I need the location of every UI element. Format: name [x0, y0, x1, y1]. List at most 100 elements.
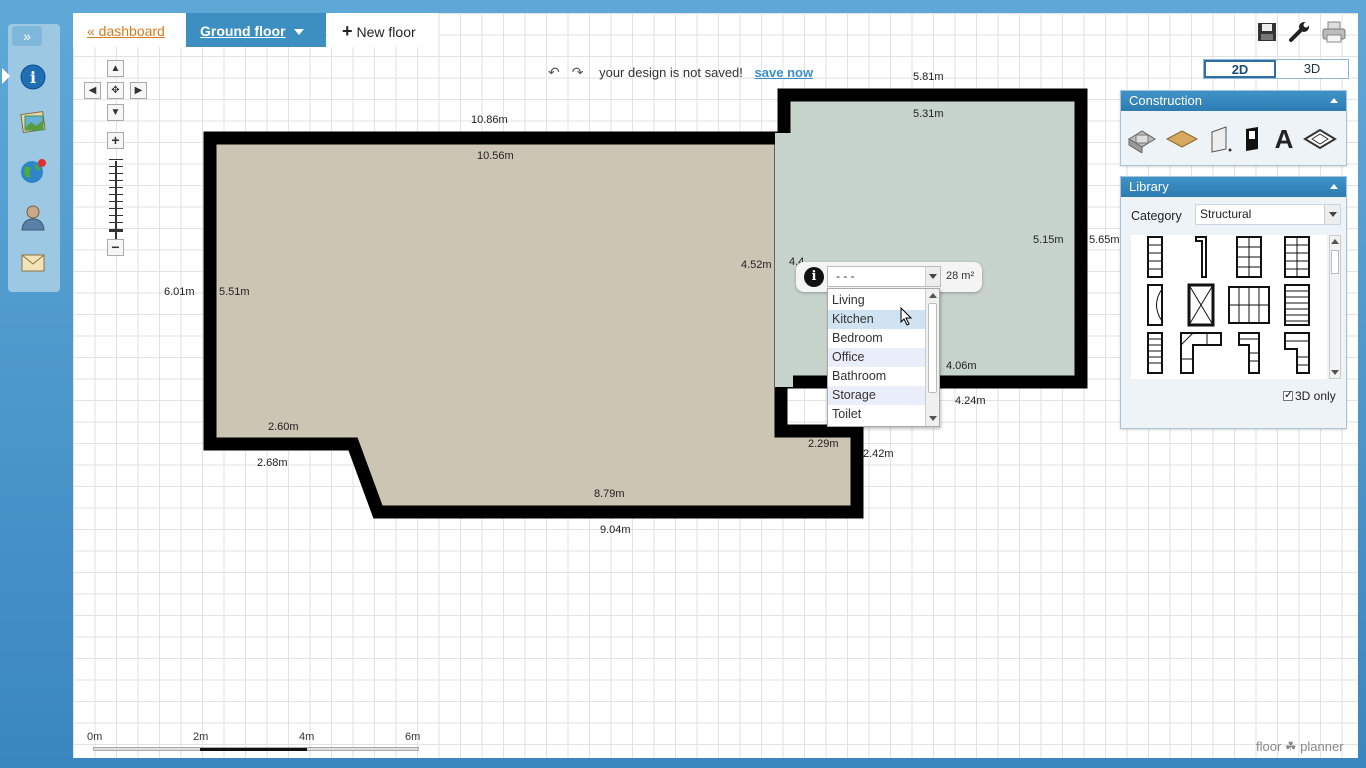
svg-text:i: i: [30, 68, 36, 87]
scroll-down-icon[interactable]: [1331, 370, 1339, 375]
chevron-down-icon[interactable]: [925, 267, 940, 286]
category-select[interactable]: Structural: [1195, 204, 1341, 225]
chevron-down-icon[interactable]: [1324, 205, 1340, 224]
view-3d-button[interactable]: 3D: [1276, 60, 1348, 78]
library-item[interactable]: [1227, 235, 1271, 279]
text-icon[interactable]: A: [1267, 123, 1301, 155]
dim-room2-bottom-inner: 4.06m: [946, 360, 977, 372]
library-item[interactable]: [1227, 331, 1271, 375]
three-d-only-toggle[interactable]: 3D only: [1283, 388, 1336, 403]
wrench-icon[interactable]: [1286, 19, 1312, 45]
collapse-icon[interactable]: [1330, 98, 1338, 103]
scale-bar: 0m 2m 4m 6m: [87, 731, 427, 758]
window-icon[interactable]: [1235, 123, 1269, 155]
scroll-down-icon[interactable]: [929, 416, 937, 421]
library-items: [1131, 235, 1327, 379]
library-item[interactable]: [1275, 331, 1319, 375]
zoom-handle[interactable]: [109, 229, 123, 232]
dropdown-scrollbar[interactable]: [925, 289, 939, 426]
zoom-in-button[interactable]: +: [107, 132, 124, 149]
collapse-icon[interactable]: [1330, 184, 1338, 189]
tab-ground-floor[interactable]: Ground floor: [186, 13, 326, 47]
door-icon[interactable]: [1203, 123, 1237, 155]
user-icon[interactable]: [18, 202, 48, 232]
construction-header[interactable]: Construction: [1121, 91, 1346, 111]
zoom-tick: [109, 215, 123, 216]
tab-dashboard[interactable]: « dashboard: [73, 13, 185, 47]
construction-panel: Construction A: [1120, 90, 1347, 166]
print-icon[interactable]: [1321, 19, 1347, 45]
pan-up-button[interactable]: ▲: [107, 60, 124, 77]
construction-title: Construction: [1129, 93, 1202, 108]
save-now-link[interactable]: save now: [755, 65, 814, 80]
dim-top-outer: 10.86m: [471, 114, 508, 126]
dim-left-inner: 5.51m: [219, 286, 250, 298]
dim-room2-right-inner: 5.15m: [1033, 234, 1064, 246]
mail-icon[interactable]: [18, 248, 48, 278]
zoom-tick: [109, 173, 123, 174]
dim-room2-top-outer: 5.81m: [913, 71, 944, 83]
library-item[interactable]: [1275, 283, 1319, 327]
library-item[interactable]: [1275, 235, 1319, 279]
scale-segment: [200, 748, 307, 751]
room-type-value: - - -: [836, 269, 855, 283]
library-scrollbar[interactable]: [1329, 235, 1341, 379]
design-canvas[interactable]: 10.86m 10.56m 6.01m 5.51m 2.60m 2.68m 8.…: [73, 13, 1358, 758]
dropdown-option-bathroom[interactable]: Bathroom: [828, 367, 925, 386]
undo-icon[interactable]: ↶: [548, 64, 560, 80]
dropdown-option-office[interactable]: Office: [828, 348, 925, 367]
library-item[interactable]: [1133, 235, 1177, 279]
save-notice: ↶ ↷ your design is not saved! save now: [548, 64, 813, 81]
dropdown-option-bedroom[interactable]: Bedroom: [828, 329, 925, 348]
room-type-select[interactable]: - - -: [827, 266, 941, 287]
checkbox-icon[interactable]: [1283, 388, 1293, 401]
dropdown-option-storage[interactable]: Storage: [828, 386, 925, 405]
library-item[interactable]: [1179, 235, 1223, 279]
pan-down-button[interactable]: ▼: [107, 104, 124, 121]
surface-icon[interactable]: [1303, 123, 1337, 155]
library-panel: Library Category Structural 3D only: [1120, 176, 1347, 429]
floor-icon[interactable]: [1165, 123, 1199, 155]
category-label: Category: [1131, 209, 1182, 223]
library-item[interactable]: [1133, 283, 1177, 327]
info-icon[interactable]: i: [18, 62, 48, 92]
scale-label: 2m: [193, 731, 209, 743]
library-header[interactable]: Library: [1121, 177, 1346, 197]
save-icon[interactable]: [1254, 19, 1280, 45]
dim-room2-right-outer: 5.65m: [1089, 234, 1120, 246]
dim-room2-top-inner: 5.31m: [913, 108, 944, 120]
scroll-thumb[interactable]: [928, 303, 937, 393]
zoom-tick: [109, 201, 123, 202]
three-d-only-label: 3D only: [1295, 389, 1336, 403]
scale-label: 4m: [299, 731, 315, 743]
pan-center-button[interactable]: ✥: [107, 82, 124, 99]
chevron-down-icon[interactable]: [293, 29, 304, 36]
scroll-up-icon[interactable]: [929, 293, 937, 298]
scale-label: 0m: [87, 731, 103, 743]
library-item[interactable]: [1133, 331, 1177, 375]
pan-left-button[interactable]: ◀: [84, 82, 101, 99]
zoom-tick: [109, 180, 123, 181]
wall-icon[interactable]: [1125, 123, 1159, 155]
dim-top-inner: 10.56m: [477, 150, 514, 162]
dropdown-option-toilet[interactable]: Toilet: [828, 405, 925, 424]
library-item[interactable]: [1179, 331, 1223, 375]
zoom-out-button[interactable]: −: [107, 239, 124, 256]
pan-right-button[interactable]: ▶: [130, 82, 147, 99]
view-2d-button[interactable]: 2D: [1204, 60, 1276, 78]
room-type-dropdown: Living Kitchen Bedroom Office Bathroom S…: [827, 288, 940, 427]
redo-icon[interactable]: ↷: [572, 64, 584, 80]
photos-icon[interactable]: [18, 108, 48, 138]
new-floor-button[interactable]: + New floor: [328, 13, 438, 47]
library-title: Library: [1129, 179, 1169, 194]
globe-icon[interactable]: [18, 156, 48, 186]
scroll-up-icon[interactable]: [1331, 239, 1339, 244]
info-icon[interactable]: i: [804, 267, 824, 287]
library-item[interactable]: [1227, 283, 1271, 327]
dim-step-inner: 2.29m: [808, 438, 839, 450]
scroll-thumb[interactable]: [1331, 250, 1339, 274]
library-item[interactable]: [1179, 283, 1223, 327]
floor-tabs: « dashboard Ground floor + New floor: [73, 13, 1358, 47]
scale-label: 6m: [405, 731, 421, 743]
sidebar-toggle-button[interactable]: »: [12, 26, 42, 46]
